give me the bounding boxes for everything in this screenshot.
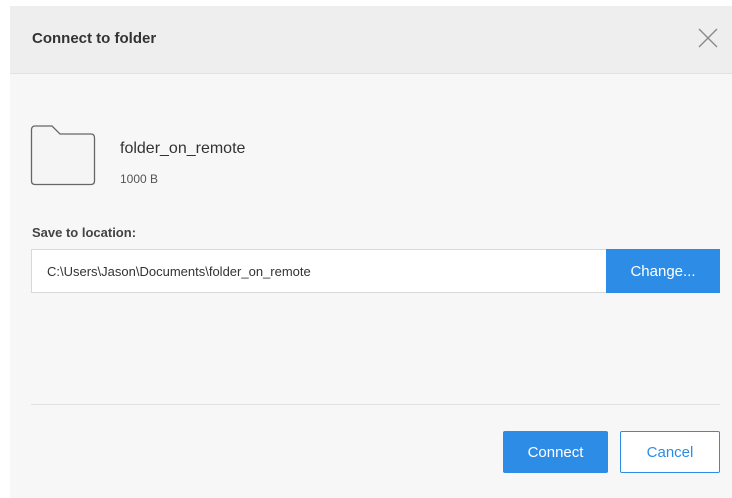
save-location-label: Save to location: — [32, 225, 137, 240]
footer-divider — [31, 404, 720, 405]
folder-name: folder_on_remote — [120, 140, 246, 157]
close-button[interactable] — [696, 26, 720, 50]
cancel-button[interactable]: Cancel — [620, 431, 720, 473]
change-location-button[interactable]: Change... — [606, 249, 720, 293]
dialog-header: Connect to folder — [10, 6, 732, 74]
close-icon — [698, 28, 718, 48]
connect-button[interactable]: Connect — [503, 431, 608, 473]
save-location-input[interactable] — [31, 249, 606, 293]
folder-icon — [30, 125, 96, 186]
folder-size: 1000 B — [120, 172, 159, 186]
connect-to-folder-dialog: Connect to folder folder_on_remote 1000 … — [10, 6, 732, 498]
dialog-title: Connect to folder — [32, 30, 157, 47]
